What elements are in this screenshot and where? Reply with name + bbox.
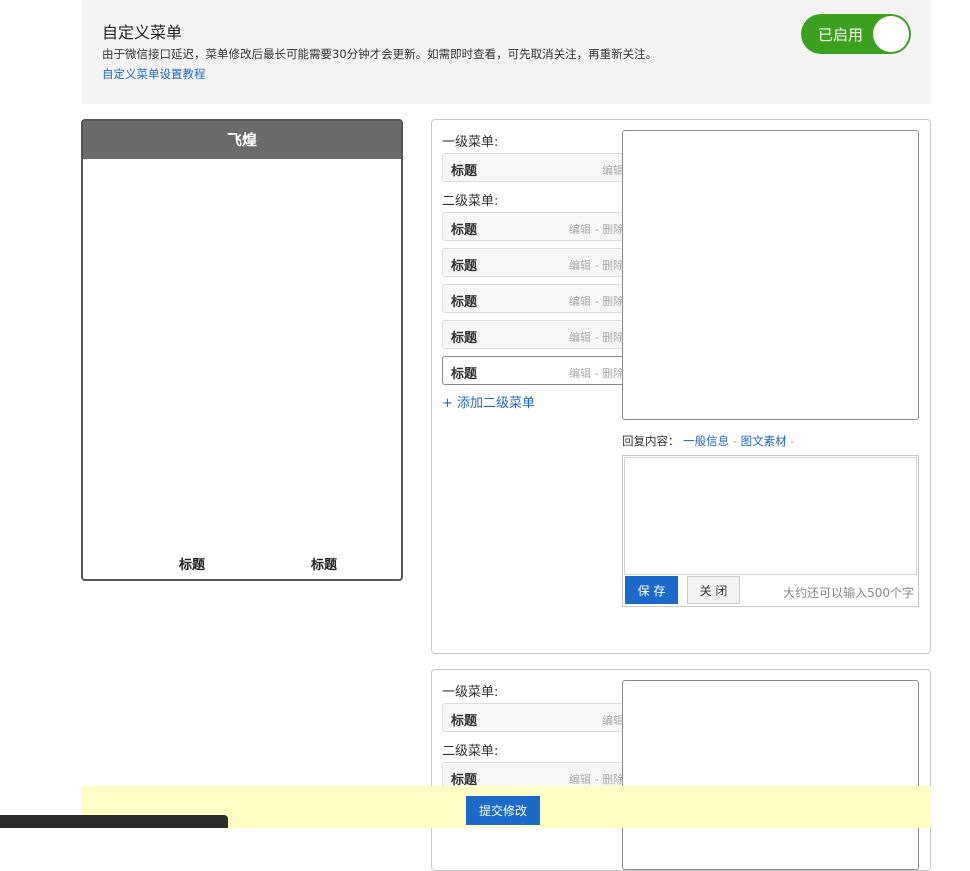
edit-delete-links[interactable]: 编辑 - 删除	[569, 365, 624, 381]
level1-label: 一级菜单:	[442, 685, 499, 700]
menu-detail-box	[622, 680, 919, 870]
reply-type-bar: 回复内容： 一般信息 - 图文素材 -	[622, 433, 794, 449]
reply-editor: 保 存 关 闭 大约还可以输入500个字	[622, 455, 919, 607]
menu-title: 标题	[451, 714, 478, 729]
phone-preview: 飞煌 标题 标题	[81, 119, 403, 581]
submit-button[interactable]: 提交修改	[466, 796, 540, 825]
edit-delete-links[interactable]: 编辑 - 删除	[569, 293, 624, 309]
save-button[interactable]: 保 存	[625, 576, 678, 604]
reply-general-link[interactable]: 一般信息	[683, 434, 729, 448]
level1-menu-row[interactable]: 标题 编辑	[442, 153, 632, 182]
level1-label: 一级菜单:	[442, 135, 499, 150]
reply-label: 回复内容：	[622, 434, 680, 448]
page-title: 自定义菜单	[102, 23, 183, 42]
phone-account-name: 飞煌	[83, 121, 401, 159]
toggle-knob	[873, 16, 909, 52]
edit-link[interactable]: 编辑	[602, 162, 624, 178]
level2-label: 二级菜单:	[442, 744, 499, 759]
level2-menu-row[interactable]: 标题 编辑 - 删除	[442, 248, 632, 277]
header-description: 由于微信接口延迟，菜单修改后最长可能需要30分钟才会更新。如需即时查看，可先取消…	[102, 47, 658, 61]
tutorial-link[interactable]: 自定义菜单设置教程	[102, 66, 206, 82]
menu-title: 标题	[451, 367, 478, 382]
menu-detail-box	[622, 130, 919, 420]
separator: -	[729, 434, 741, 448]
level1-menu-row[interactable]: 标题 编辑	[442, 703, 632, 732]
level2-menu-row[interactable]: 标题 编辑 - 删除	[442, 284, 632, 313]
add-submenu-link[interactable]: + 添加二级菜单	[442, 392, 535, 411]
menu-title: 标题	[451, 295, 478, 310]
settings-header: 自定义菜单 由于微信接口延迟，菜单修改后最长可能需要30分钟才会更新。如需即时查…	[81, 0, 931, 104]
menu-title: 标题	[451, 223, 478, 238]
separator: -	[786, 434, 795, 448]
char-counter: 大约还可以输入500个字	[783, 586, 914, 600]
level2-menu-row[interactable]: 标题 编辑 - 删除	[442, 212, 632, 241]
edit-delete-links[interactable]: 编辑 - 删除	[569, 771, 624, 787]
toggle-label: 已启用	[818, 26, 864, 44]
close-button[interactable]: 关 闭	[687, 576, 740, 604]
menu-title: 标题	[451, 259, 478, 274]
level2-menu-row-selected[interactable]: 标题 编辑 - 删除	[442, 356, 632, 385]
phone-menu-item[interactable]: 标题	[311, 554, 337, 573]
menu-title: 标题	[451, 331, 478, 346]
menu-editor-panel: 一级菜单: 标题 编辑 二级菜单: 标题 编辑 - 删除 标题 编辑 - 删除 …	[431, 119, 931, 654]
bottom-overlay-bar	[0, 815, 228, 828]
level2-label: 二级菜单:	[442, 194, 499, 209]
reply-media-link[interactable]: 图文素材	[741, 434, 787, 448]
level2-menu-row[interactable]: 标题 编辑 - 删除	[442, 320, 632, 349]
edit-delete-links[interactable]: 编辑 - 删除	[569, 221, 624, 237]
reply-textarea[interactable]	[624, 457, 917, 575]
enabled-toggle[interactable]: 已启用	[801, 14, 911, 54]
edit-delete-links[interactable]: 编辑 - 删除	[569, 257, 624, 273]
edit-link[interactable]: 编辑	[602, 712, 624, 728]
edit-delete-links[interactable]: 编辑 - 删除	[569, 329, 624, 345]
menu-title: 标题	[451, 164, 478, 179]
menu-editor-panel: 一级菜单: 标题 编辑 二级菜单: 标题 编辑 - 删除	[431, 669, 931, 871]
phone-menu-item[interactable]: 标题	[179, 554, 205, 573]
